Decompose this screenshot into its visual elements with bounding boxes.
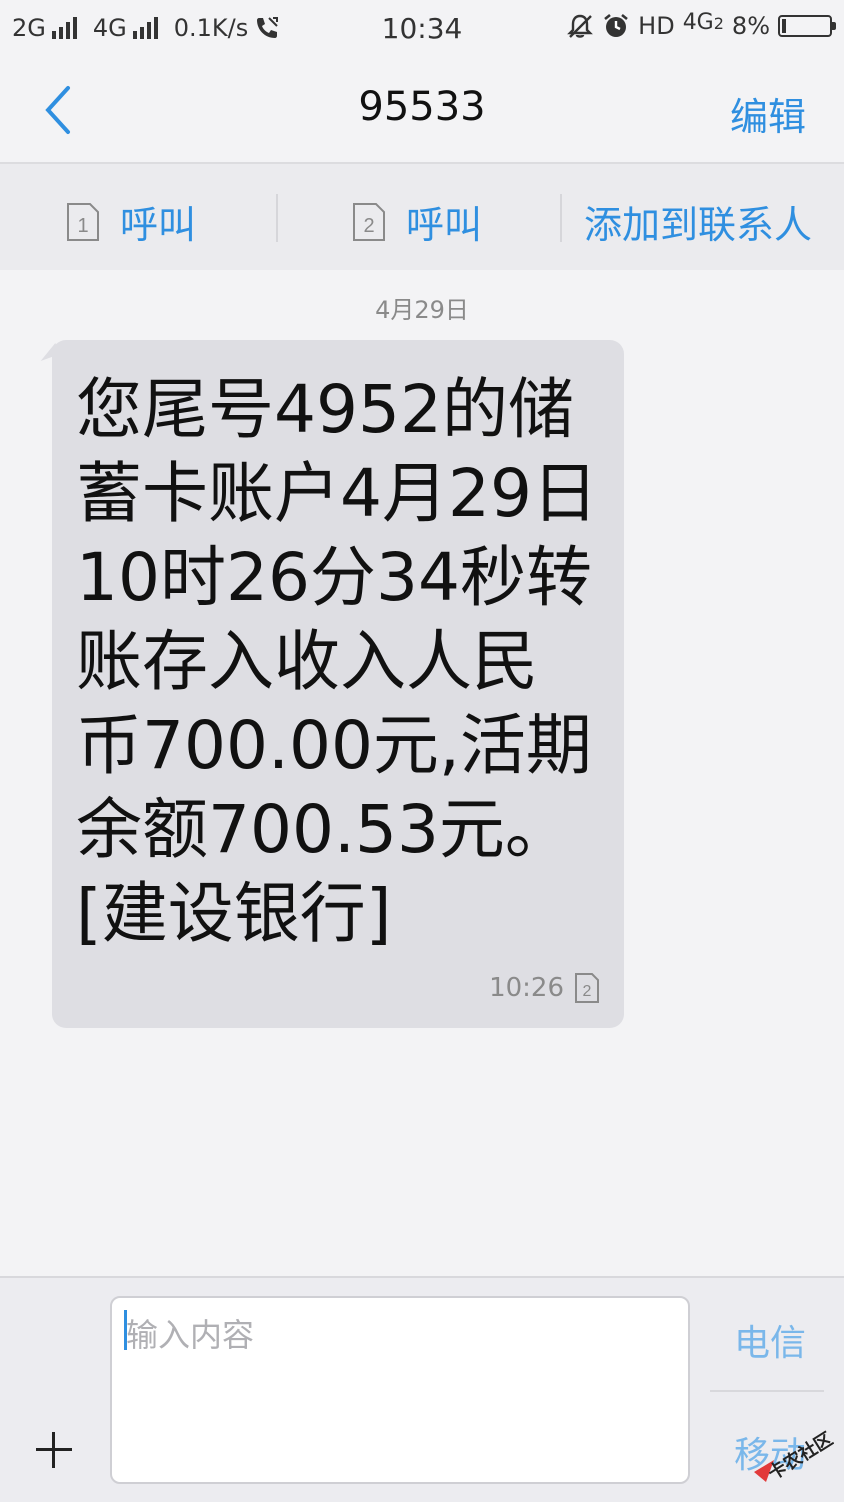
signal-icon-2 <box>132 17 158 39</box>
battery-fill <box>782 19 786 33</box>
input-placeholder: 输入内容 <box>126 1316 255 1354</box>
sim-card-icon: 2 <box>575 973 599 1003</box>
sim-card-icon: 2 <box>353 202 385 241</box>
message-sim-number: 2 <box>583 983 592 1000</box>
network-type-2: 4G <box>92 14 127 42</box>
action-bar: 1 呼叫 2 呼叫 添加到联系人 <box>0 164 844 270</box>
message-meta: 10:26 2 <box>489 972 600 1004</box>
sim2-number: 2 <box>363 215 374 237</box>
call-sim1-label: 呼叫 <box>120 203 197 247</box>
status-bar: 2G 4G 0.1K/s 10:34 HD 4G2 8% <box>0 0 844 58</box>
nav-bar: 95533 编辑 <box>0 58 844 164</box>
sim-card-icon: 1 <box>67 202 99 241</box>
battery-icon <box>778 15 836 37</box>
date-label: 4月29日 <box>375 296 469 324</box>
call-sim2-button[interactable]: 2 呼叫 <box>352 194 482 249</box>
add-attachment-button[interactable] <box>32 1428 76 1472</box>
status-right: HD 4G2 8% <box>566 10 836 40</box>
call-sim1-button[interactable]: 1 呼叫 <box>66 194 196 249</box>
chevron-left-icon <box>45 86 70 134</box>
composer-bar: 输入内容 电信 移动 <box>0 1276 844 1502</box>
watermark-text: 卡农社区 <box>764 1428 834 1485</box>
watermark-logo: 卡农社区 <box>754 1428 834 1485</box>
add-contact-button[interactable]: 添加到联系人 <box>584 194 812 249</box>
edit-button[interactable]: 编辑 <box>730 86 806 141</box>
divider <box>276 194 278 242</box>
lte-sim-slot: 2 <box>713 13 724 33</box>
phone-wifi-icon <box>257 17 279 38</box>
send-sim1-button[interactable]: 电信 <box>734 1314 806 1366</box>
message-time: 10:26 <box>489 973 564 1003</box>
network-speed: 0.1K/s <box>173 14 249 42</box>
call-sim2-label: 呼叫 <box>406 203 483 247</box>
divider <box>560 194 562 242</box>
sim1-number: 1 <box>77 215 88 237</box>
message-text: 您尾号4952的储蓄卡账户4月29日10时26分34秒转账存入收入人民币700.… <box>76 371 598 952</box>
network-type-1: 2G <box>12 14 46 42</box>
message-bubble[interactable]: 您尾号4952的储蓄卡账户4月29日10时26分34秒转账存入收入人民币700.… <box>52 340 624 1028</box>
mute-bell-icon <box>567 14 594 38</box>
back-button[interactable] <box>38 80 78 140</box>
page-title: 95533 <box>358 84 486 130</box>
status-left: 2G 4G 0.1K/s <box>12 14 280 42</box>
lte-label: 4G <box>682 9 714 35</box>
hd-indicator: HD <box>638 12 675 40</box>
message-input[interactable]: 输入内容 <box>110 1296 690 1484</box>
battery-percent: 8% <box>731 12 770 40</box>
lte-indicator: 4G2 <box>683 10 724 35</box>
alarm-icon <box>604 13 628 37</box>
signal-icon-1 <box>51 17 77 39</box>
send-divider <box>710 1390 824 1392</box>
